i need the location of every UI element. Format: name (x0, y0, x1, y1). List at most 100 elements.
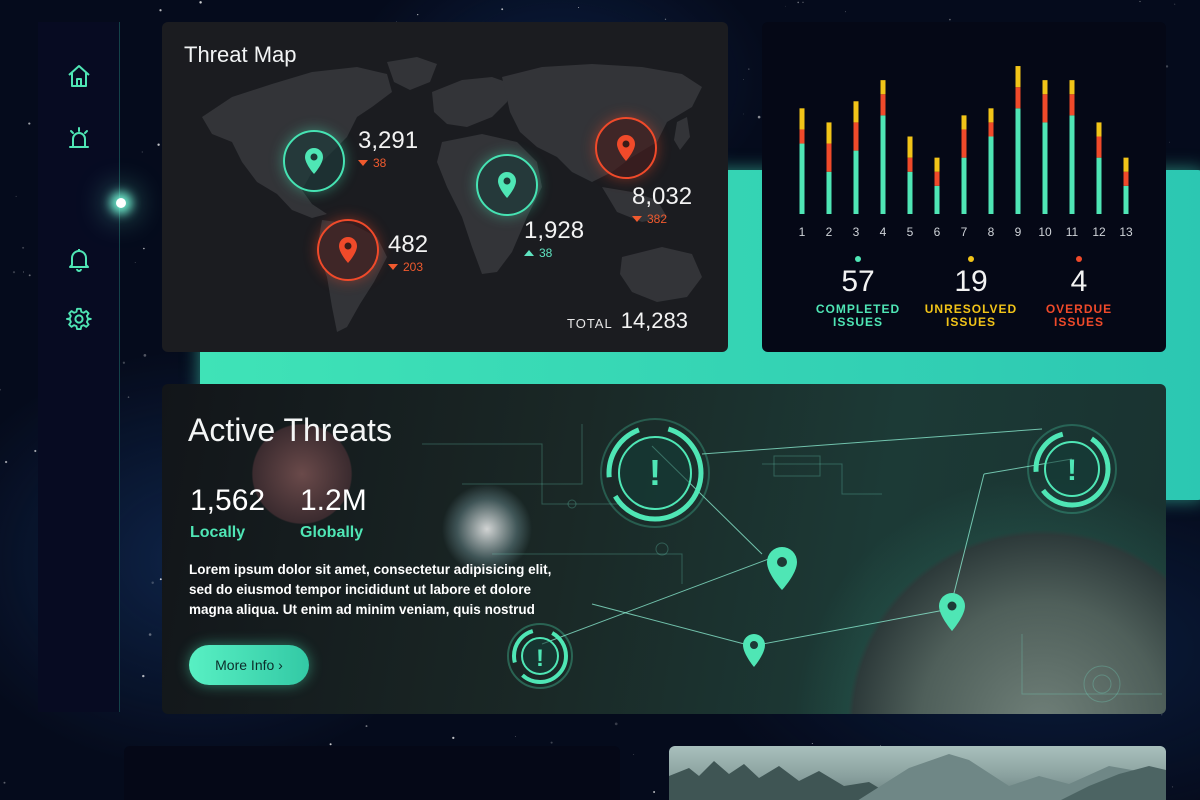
stat-delta: 38 (524, 246, 584, 260)
active-threats-panel: ! ! ! Active Threats 1,562 Locally 1.2M … (162, 384, 1166, 714)
star (23, 271, 24, 273)
star (34, 449, 37, 453)
star (844, 11, 846, 13)
bar-segment (1123, 171, 1129, 186)
star (157, 143, 160, 146)
star (1169, 141, 1170, 143)
alert-ring-icon: ! (1027, 424, 1117, 514)
unresolved-label-line-2: ISSUES (945, 315, 996, 329)
bar-segment (934, 185, 940, 214)
star (748, 68, 750, 70)
nav-home[interactable] (38, 48, 120, 104)
alert-ring-icon: ! (507, 623, 573, 689)
active-nav-glow (116, 198, 126, 208)
bar-segment (1042, 122, 1048, 214)
overdue-label-line-2: ISSUES (1053, 315, 1104, 329)
bar-segment (961, 157, 967, 214)
star (797, 1, 800, 4)
map-marker-north-america[interactable] (283, 130, 345, 192)
nav-settings[interactable] (38, 292, 120, 348)
star (757, 115, 761, 119)
home-icon (68, 65, 90, 87)
x-tick-label: 12 (1092, 225, 1106, 239)
star (4, 460, 8, 464)
star (1161, 714, 1163, 716)
nav-alerts[interactable] (38, 109, 120, 165)
bar-segment (1069, 115, 1075, 214)
x-tick-label: 7 (961, 225, 968, 239)
overdue-value: 4 (1070, 265, 1088, 298)
overdue-dot (1076, 256, 1082, 262)
completed-issues-stat: 57 COMPLETED ISSUES (803, 256, 913, 329)
bar-segment (826, 122, 832, 144)
star (578, 7, 580, 8)
x-tick-label: 6 (934, 225, 941, 239)
mountain-landscape-image (669, 746, 1166, 800)
star (151, 581, 154, 585)
threat-description: Lorem ipsum dolor sit amet, consectetur … (189, 562, 552, 617)
star (159, 9, 162, 12)
star (142, 674, 145, 678)
bar-segment (799, 108, 805, 130)
stat-delta-value: 382 (647, 212, 668, 226)
issues-stacked-bar-chart: 1 2 3 4 5 6 7 8 9 10 11 12 13 (799, 66, 1133, 239)
unresolved-caption: UNRESOLVED ISSUES (916, 303, 1026, 329)
unresolved-value: 19 (954, 265, 988, 298)
up-arrow-icon (524, 250, 534, 256)
local-threats-metric: 1,562 Locally (190, 484, 265, 542)
x-tick-label: 2 (826, 225, 833, 239)
down-arrow-icon (388, 264, 398, 270)
x-tick-label: 1 (799, 225, 806, 239)
star (365, 725, 368, 728)
map-marker-africa[interactable] (476, 154, 538, 216)
star (1139, 0, 1141, 3)
bar-segment (826, 143, 832, 172)
star (148, 633, 152, 636)
star (550, 741, 553, 744)
sidebar (38, 22, 1200, 712)
star (514, 736, 516, 737)
bar-segment (853, 101, 859, 123)
unresolved-issues-stat: 19 UNRESOLVED ISSUES (916, 256, 1026, 329)
bar-segment (1123, 157, 1129, 172)
alert-ring-icon: ! (600, 418, 710, 528)
stat-delta-value: 203 (403, 260, 424, 274)
bar-segment (880, 94, 886, 116)
bar-segment (799, 129, 805, 144)
star (653, 791, 656, 793)
threat-map-panel: Threat Map 3,291 38 482 203 1,928 38 8,0… (162, 22, 728, 352)
issues-panel: 1 2 3 4 5 6 7 8 9 10 11 12 13 57 COMPLETED ISSUES 19… (762, 22, 1166, 352)
completed-dot (855, 256, 861, 262)
local-threats-value: 1,562 (190, 484, 266, 517)
bar-segment (1069, 94, 1075, 116)
location-pin-icon (743, 634, 765, 667)
star (134, 262, 136, 263)
forest-mountain-graphic (669, 754, 1166, 800)
location-pin-icon (617, 135, 635, 161)
star (127, 396, 130, 398)
map-marker-asia[interactable] (595, 117, 657, 179)
stat-north-america: 3,291 38 (358, 128, 418, 170)
star (614, 722, 618, 726)
bar-segment (907, 171, 913, 214)
location-pin-icon (767, 547, 797, 590)
map-marker-south-america[interactable] (317, 219, 379, 281)
bar-segment (988, 122, 994, 137)
stat-africa: 1,928 38 (524, 218, 584, 260)
x-tick-label: 11 (1066, 225, 1079, 239)
x-tick-label: 3 (853, 225, 860, 239)
stat-value: 8,032 (632, 183, 693, 210)
star (15, 195, 17, 197)
bar-segment (1042, 94, 1048, 123)
more-info-button[interactable]: More Info › (189, 645, 309, 685)
svg-text:!: ! (1067, 454, 1077, 487)
stat-value: 3,291 (358, 127, 419, 154)
star (664, 18, 667, 20)
down-arrow-icon (632, 216, 642, 222)
location-pin-icon (305, 148, 323, 174)
star (141, 151, 143, 153)
star (143, 247, 145, 250)
star (802, 1, 804, 3)
nav-notifications[interactable] (38, 231, 120, 287)
bar-segment (907, 157, 913, 172)
